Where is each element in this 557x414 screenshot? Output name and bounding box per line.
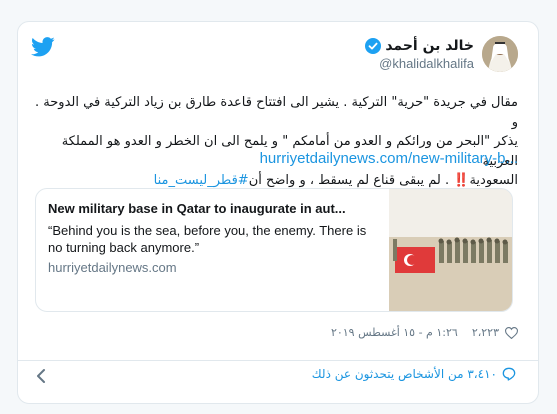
tweet-card: خالد بن أحمد @khalidalkhalifa مقال في جر… [17,21,539,404]
like-count[interactable]: ٢،٢٢٣ [472,326,499,339]
link-preview-description: “Behind you is the sea, before you, the … [48,223,367,255]
people-talking-link[interactable]: ٣،٤١٠ من الأشخاص يتحدثون عن ذلك [312,367,516,381]
chat-bubble-icon [502,367,516,381]
link-preview-title: New military base in Qatar to inaugurate… [48,201,346,216]
tweet-text-fragment: السعودية‼️ . لم يبقى قناع لم يسقط ، و وا… [248,173,518,188]
avatar-image [482,36,518,72]
hashtag-link[interactable]: #قطر_ليست_منا [154,173,249,188]
tweet-meta: ٢،٢٢٣ ١:٢٦ م - ١٥ أغسطس ٢٠١٩ [331,326,518,339]
chevron-left-icon[interactable] [35,368,47,384]
link-preview-image [389,189,512,311]
link-preview-card[interactable]: New military base in Qatar to inaugurate… [35,188,513,312]
verified-badge-icon [365,38,382,54]
author-handle[interactable]: @khalidalkhalifa [379,56,474,71]
link-preview-domain: hurriyetdailynews.com [48,260,177,275]
tweet-text: مقال في جريدة "حرية" التركية . يشير الى … [34,93,518,191]
author-avatar[interactable] [482,36,518,72]
heart-icon[interactable] [505,326,518,339]
author-name-row[interactable]: خالد بن أحمد [365,38,474,54]
author-display-name[interactable]: خالد بن أحمد [385,38,474,54]
people-talking-text[interactable]: ٣،٤١٠ من الأشخاص يتحدثون عن ذلك [312,367,497,381]
divider [18,360,538,361]
twitter-bird-icon[interactable] [31,37,55,57]
tweet-text-line: مقال في جريدة "حرية" التركية . يشير الى … [35,95,518,130]
link-preview-text: New military base in Qatar to inaugurate… [48,201,378,275]
tweet-url-link[interactable]: hurriyetdailynews.com/new-military-b... [260,150,518,167]
tweet-timestamp[interactable]: ١:٢٦ م - ١٥ أغسطس ٢٠١٩ [331,326,458,339]
